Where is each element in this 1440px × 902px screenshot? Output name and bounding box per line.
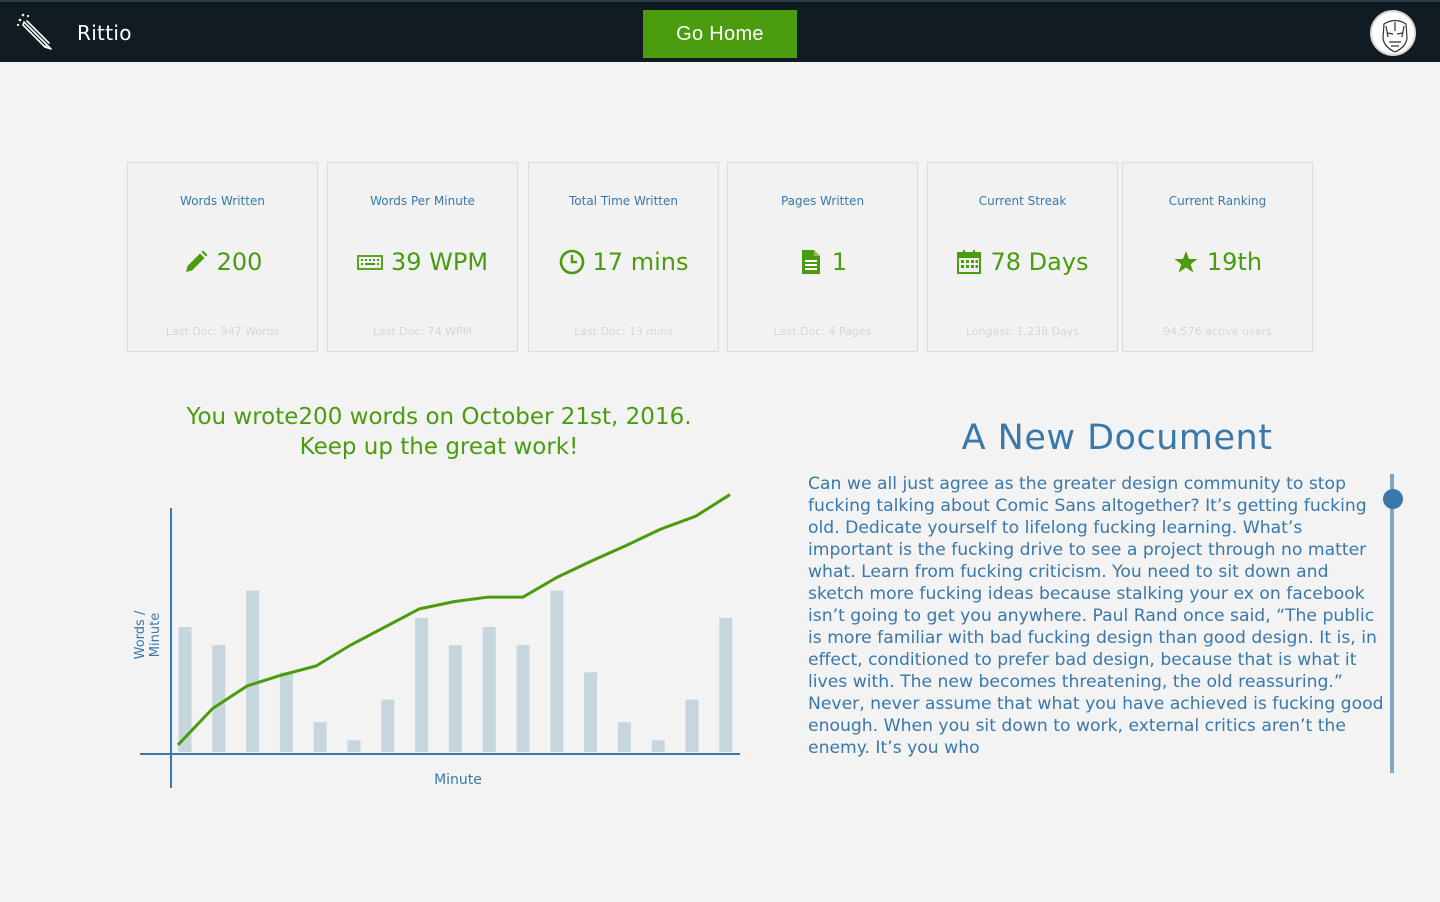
- go-home-button[interactable]: Go Home: [643, 10, 797, 58]
- chart-bar: [651, 740, 665, 752]
- stat-subtext: Last Doc: 4 Pages: [773, 325, 872, 338]
- calendar-icon: [956, 249, 982, 275]
- stat-card-words-written: Words Written 200 Last Doc: 947 Words: [127, 162, 318, 352]
- chart-bar: [347, 740, 361, 752]
- stat-card-pages-written: Pages Written 1 Last Doc: 4 Pages: [727, 162, 918, 352]
- stat-card-current-ranking: Current Ranking 19th 94,576 active users: [1122, 162, 1313, 352]
- keyboard-icon: [357, 249, 383, 275]
- words-per-minute-chart: [140, 493, 740, 788]
- stat-subtext: Last Doc: 947 Words: [165, 325, 280, 338]
- stat-subtext: 94,576 active users: [1163, 325, 1272, 338]
- chart-bar: [212, 645, 226, 752]
- stat-card-words-per-minute: Words Per Minute 39 WPM Last Doc: 74 WPM: [327, 162, 518, 352]
- stat-title: Total Time Written: [568, 194, 678, 208]
- stat-card-current-streak: Current Streak 78 Days Longest: 1,238 Da…: [927, 162, 1118, 352]
- avatar[interactable]: [1370, 10, 1416, 56]
- chart-bar: [381, 699, 395, 752]
- stat-value: 39 WPM: [390, 248, 489, 276]
- chart-bar: [584, 672, 598, 752]
- top-navigation-bar: Rittio Go Home: [0, 0, 1440, 62]
- chart-bar: [550, 590, 564, 752]
- pencil-icon[interactable]: [14, 10, 58, 54]
- star-icon: [1173, 249, 1199, 275]
- stat-title: Pages Written: [780, 194, 865, 208]
- stat-subtext: Last Doc: 74 WPM: [372, 325, 473, 338]
- stat-value: 1: [831, 248, 848, 276]
- stat-value: 17 mins: [592, 248, 689, 276]
- stat-title: Words Written: [180, 194, 265, 208]
- stat-title: Words Per Minute: [370, 194, 475, 208]
- iron-mask-avatar-icon: [1382, 19, 1408, 53]
- chart-bar: [685, 699, 699, 752]
- chart-bar: [415, 617, 429, 752]
- app-name[interactable]: Rittio: [77, 21, 132, 45]
- chart-bar: [482, 627, 496, 752]
- summary-line-1: You wrote200 words on October 21st, 2016…: [186, 404, 692, 430]
- chart-bar: [448, 645, 462, 752]
- document-icon: [798, 249, 824, 275]
- stat-subtext: Longest: 1,238 Days: [965, 325, 1080, 338]
- chart-bar: [279, 672, 293, 752]
- stat-card-total-time: Total Time Written 17 mins Last Doc: 13 …: [528, 162, 719, 352]
- stat-subtext: Last Doc: 13 mins: [574, 325, 673, 338]
- document-scrollbar-thumb[interactable]: [1383, 489, 1403, 509]
- stat-title: Current Streak: [978, 194, 1067, 208]
- chart-bar: [617, 722, 631, 752]
- stat-value: 200: [216, 248, 263, 276]
- stat-value: 19th: [1206, 248, 1263, 276]
- chart-bar: [719, 617, 733, 752]
- daily-summary-heading: You wrote200 words on October 21st, 2016…: [130, 402, 748, 462]
- chart-bar: [246, 590, 260, 752]
- document-title[interactable]: A New Document: [808, 418, 1426, 458]
- document-body-text[interactable]: Can we all just agree as the greater des…: [808, 473, 1384, 763]
- stat-value: 78 Days: [990, 248, 1089, 276]
- chart-x-axis-label: Minute: [434, 772, 482, 788]
- clock-icon: [559, 249, 585, 275]
- chart-bar: [516, 645, 530, 752]
- document-scrollbar-track[interactable]: [1390, 474, 1394, 773]
- summary-line-2: Keep up the great work!: [299, 434, 579, 460]
- chart-bar: [313, 722, 327, 752]
- pencil-icon: [183, 249, 209, 275]
- chart-y-axis-label: Words / Minute: [133, 610, 163, 660]
- stat-title: Current Ranking: [1168, 194, 1267, 208]
